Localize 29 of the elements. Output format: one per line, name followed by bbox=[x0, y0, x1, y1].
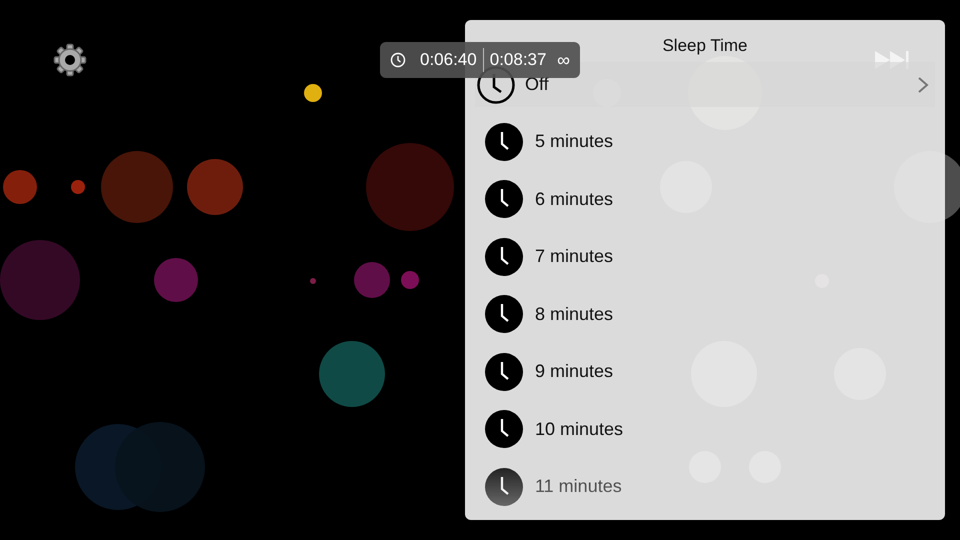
blurred-light bbox=[310, 278, 316, 284]
clock-icon bbox=[485, 180, 523, 218]
clock-icon bbox=[485, 238, 523, 276]
sleep-option[interactable]: 5 minutes bbox=[475, 113, 935, 170]
blurred-light bbox=[401, 271, 419, 289]
blurred-light bbox=[101, 151, 173, 223]
sleep-option[interactable]: 7 minutes bbox=[475, 228, 935, 286]
settings-icon[interactable] bbox=[53, 43, 87, 77]
clock-icon bbox=[485, 410, 523, 448]
sleep-option[interactable]: 8 minutes bbox=[475, 286, 935, 343]
elapsed-time: 0:06:40 bbox=[419, 50, 478, 70]
panel-title: Sleep Time bbox=[661, 36, 749, 56]
sleep-option[interactable]: 10 minutes bbox=[475, 400, 935, 458]
clock-icon bbox=[485, 352, 523, 391]
blurred-light bbox=[71, 180, 85, 194]
clock-icon bbox=[485, 122, 523, 161]
blurred-light bbox=[304, 84, 322, 102]
blurred-light bbox=[3, 170, 37, 204]
blurred-light bbox=[154, 258, 198, 302]
blurred-light bbox=[354, 262, 390, 298]
blurred-light bbox=[187, 159, 243, 215]
sleep-option[interactable]: 11 minutes bbox=[475, 458, 935, 516]
clock-icon bbox=[485, 295, 523, 334]
blurred-light bbox=[319, 341, 385, 407]
sleep-option[interactable]: 9 minutes bbox=[475, 343, 935, 400]
clock-icon bbox=[390, 52, 406, 68]
clock-icon bbox=[485, 468, 523, 506]
sleep-option[interactable]: 6 minutes bbox=[475, 170, 935, 228]
chevron-right-icon bbox=[917, 76, 929, 94]
